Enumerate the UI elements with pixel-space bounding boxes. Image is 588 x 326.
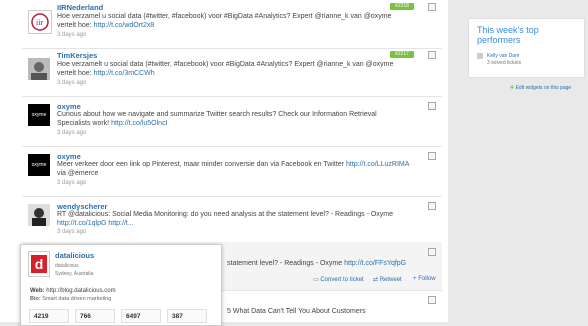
datalicious-logo-icon: d — [31, 255, 47, 273]
message-text: Meer verkeer door een link op Pinterest,… — [57, 161, 409, 177]
avatar[interactable] — [28, 204, 50, 226]
timestamp: 3 days ago — [57, 80, 87, 86]
select-checkbox[interactable] — [428, 102, 436, 110]
edit-widgets-icon: ✚ — [510, 85, 515, 91]
list-item: oxyme oxyme Curious about how we navigat… — [22, 96, 442, 147]
performer-name[interactable]: Kelly van Dam — [487, 53, 519, 59]
select-checkbox[interactable] — [428, 3, 436, 11]
timestamp: 3 days ago — [57, 130, 87, 136]
svg-text:iir: iir — [36, 18, 43, 27]
avatar[interactable]: d — [28, 251, 50, 277]
convert-to-ticket-link[interactable]: ▭ Convert to ticket — [313, 276, 364, 283]
top-performers-widget: This week's top performers Kelly van Dam… — [468, 18, 585, 78]
sidebar: This week's top performers Kelly van Dam… — [458, 0, 588, 322]
profile-bio-row: Bio: Smart data driven marketing — [30, 296, 112, 302]
retweet-icon: ⇄ — [373, 277, 379, 283]
list-item: wendyscherer RT @datalicious: Social Med… — [22, 196, 442, 243]
select-checkbox[interactable] — [428, 152, 436, 160]
message-text: RT @datalicious: Social Media Monitoring… — [57, 211, 394, 227]
timestamp: 3 days ago — [57, 32, 87, 38]
ticket-badge[interactable]: #2217 — [390, 51, 414, 58]
author-name[interactable]: wendyscherer — [57, 202, 107, 211]
profile-stat: 387 — [167, 309, 207, 323]
select-checkbox[interactable] — [428, 248, 436, 256]
avatar[interactable] — [28, 58, 50, 80]
profile-web-link[interactable]: http://blog.datalicious.com — [46, 288, 115, 294]
message-link[interactable]: http://t.co/3mCCWh — [94, 70, 155, 77]
retweet-link[interactable]: ⇄ Retweet — [373, 276, 402, 283]
message-text: 5 What Data Can't Tell You About Custome… — [227, 308, 366, 315]
profile-stat: 766 — [75, 309, 115, 323]
profile-location: Sydney, Australia — [55, 271, 94, 277]
message-link[interactable]: http://t.co/1qlpG — [57, 220, 106, 227]
select-checkbox[interactable] — [428, 202, 436, 210]
timestamp: 3 days ago — [57, 180, 87, 186]
follow-icon: + — [413, 276, 417, 282]
message-text: Hoe verzamelt u social data (#twitter, #… — [57, 61, 394, 77]
oxyme-logo-icon: oxyme — [31, 162, 47, 168]
select-checkbox[interactable] — [428, 51, 436, 59]
ticket-badge[interactable]: #2218 — [390, 3, 414, 10]
message-link[interactable]: http://t.co/lu5OlncI — [111, 120, 167, 127]
list-item: oxyme oxyme Meer verkeer door een link o… — [22, 146, 442, 197]
avatar[interactable]: oxyme — [28, 104, 50, 126]
profile-name[interactable]: datalicious — [55, 251, 94, 260]
message-link[interactable]: http://t.co/wdOrt2x8 — [94, 22, 155, 29]
user-photo-icon — [28, 58, 50, 80]
avatar — [477, 53, 483, 59]
timestamp: 3 days ago — [57, 229, 87, 235]
author-name[interactable]: oxyme — [57, 102, 81, 111]
profile-stat: 4219 — [29, 309, 69, 323]
list-item: iir IIRNederland Hoe verzamel u social d… — [22, 0, 442, 49]
user-hover-card: d datalicious datalicious Sydney, Austra… — [20, 244, 222, 326]
message-link[interactable]: http://t... — [108, 220, 133, 227]
ticket-icon: ▭ — [313, 277, 319, 283]
author-name[interactable]: oxyme — [57, 152, 81, 161]
list-item: TimKersjes Hoe verzamelt u social data (… — [22, 48, 442, 97]
widget-title: This week's top performers — [477, 25, 539, 45]
edit-widgets-link[interactable]: ✚ Edit widgets on this page — [510, 85, 571, 91]
profile-handle: datalicious — [55, 263, 79, 269]
author-name[interactable]: IIRNederland — [57, 3, 103, 12]
message-text: Hoe verzamel u social data (#twitter, #f… — [57, 13, 392, 29]
profile-web-row: Web: http://blog.datalicious.com — [30, 288, 116, 294]
oxyme-logo-icon: oxyme — [31, 112, 47, 118]
follow-link[interactable]: + Follow — [413, 276, 436, 282]
select-checkbox[interactable] — [428, 296, 436, 304]
user-photo-icon — [28, 204, 50, 226]
message-link[interactable]: http://t.co/LLuzRIMA — [346, 161, 409, 168]
message-link[interactable]: http://t.co/FFsYqfpG — [344, 260, 406, 267]
iir-logo-icon: iir — [31, 13, 49, 31]
profile-stat: 6497 — [121, 309, 161, 323]
performer-detail: 3 solved tickets — [487, 60, 522, 66]
message-text: statement level? - Readings - Oxyme http… — [227, 260, 407, 267]
message-text: Curious about how we navigate and summar… — [57, 111, 377, 127]
avatar[interactable]: iir — [28, 10, 52, 34]
avatar[interactable]: oxyme — [28, 154, 50, 176]
author-name[interactable]: TimKersjes — [57, 51, 97, 60]
